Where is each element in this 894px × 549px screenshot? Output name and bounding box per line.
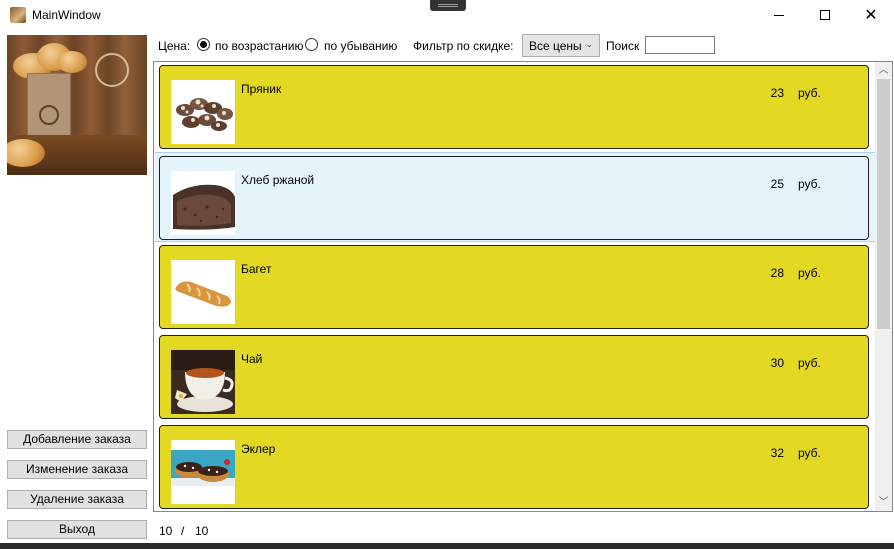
gingerbread-image <box>171 80 235 144</box>
discount-filter-select[interactable]: Все цены ⌄ <box>522 34 600 57</box>
product-currency: руб. <box>798 446 821 460</box>
wall-emblem-icon <box>95 53 129 87</box>
search-input[interactable] <box>645 36 715 54</box>
product-card[interactable]: Эклер 32 руб. <box>159 425 869 509</box>
pager-total-count: 10 <box>195 524 209 538</box>
vertical-scrollbar[interactable]: ︿ ﹀ <box>875 62 892 511</box>
pager-separator: / <box>181 524 185 538</box>
bag-emblem-icon <box>39 105 59 125</box>
sort-desc-label[interactable]: по убыванию <box>324 39 397 53</box>
close-button[interactable]: ✕ <box>848 0 894 30</box>
search-label: Поиск <box>606 39 640 53</box>
chevron-down-icon: ⌄ <box>585 39 593 49</box>
exit-button[interactable]: Выход <box>7 520 147 539</box>
tea-cup-image <box>171 350 235 414</box>
product-name: Хлеб ржаной <box>241 173 315 187</box>
bakery-app-icon <box>10 7 26 23</box>
scrollbar-thumb[interactable] <box>877 79 890 329</box>
baguette-image <box>171 260 235 324</box>
product-price: 32 <box>770 446 784 460</box>
sort-asc-label[interactable]: по возрастанию <box>215 39 304 53</box>
price-label: Цена: <box>158 39 191 53</box>
product-row[interactable]: Пряник 23 руб. <box>155 62 875 152</box>
product-card[interactable]: Пряник 23 руб. <box>159 65 869 149</box>
product-row[interactable]: Хлеб ржаной 25 руб. <box>155 152 875 242</box>
product-row[interactable]: Эклер 32 руб. <box>155 422 875 511</box>
product-price: 25 <box>770 177 784 191</box>
product-name: Пряник <box>241 82 282 96</box>
sort-desc-radio[interactable] <box>305 38 318 51</box>
scroll-up-arrow-icon[interactable]: ︿ <box>875 62 892 79</box>
edit-order-button[interactable]: Изменение заказа <box>7 460 147 479</box>
product-name: Чай <box>241 352 263 366</box>
product-currency: руб. <box>798 86 821 100</box>
product-price: 28 <box>770 266 784 280</box>
snap-grip-icon[interactable] <box>430 0 466 11</box>
discount-filter-value: Все цены <box>529 39 582 53</box>
product-card[interactable]: Чай 30 руб. <box>159 335 869 419</box>
minimize-button[interactable] <box>756 0 802 30</box>
product-currency: руб. <box>798 177 821 191</box>
product-card[interactable]: Багет 28 руб. <box>159 245 869 329</box>
product-card[interactable]: Хлеб ржаной 25 руб. <box>159 156 869 240</box>
main-window: MainWindow ✕ Добавление заказа Изменение… <box>0 0 894 543</box>
maximize-icon <box>820 10 830 20</box>
product-list[interactable]: Пряник 23 руб. Хлеб ржаной 25 руб. Багет… <box>153 61 893 512</box>
product-name: Багет <box>241 262 272 276</box>
product-price: 30 <box>770 356 784 370</box>
pager-shown-count: 10 <box>159 524 173 538</box>
product-name: Эклер <box>241 442 276 456</box>
sort-asc-radio[interactable] <box>197 38 210 51</box>
window-title: MainWindow <box>32 8 101 22</box>
product-row[interactable]: Багет 28 руб. <box>155 242 875 332</box>
eclair-image <box>171 440 235 504</box>
add-order-button[interactable]: Добавление заказа <box>7 430 147 449</box>
product-row[interactable]: Чай 30 руб. <box>155 332 875 422</box>
title-bar[interactable]: MainWindow ✕ <box>0 0 894 30</box>
minimize-icon <box>774 14 784 16</box>
discount-filter-label: Фильтр по скидке: <box>413 39 514 53</box>
product-price: 23 <box>770 86 784 100</box>
bakery-logo-image <box>7 35 147 175</box>
rye-bread-image <box>171 171 235 235</box>
product-currency: руб. <box>798 266 821 280</box>
maximize-button[interactable] <box>802 0 848 30</box>
scroll-down-arrow-icon[interactable]: ﹀ <box>875 494 892 511</box>
delete-order-button[interactable]: Удаление заказа <box>7 490 147 509</box>
product-currency: руб. <box>798 356 821 370</box>
bread-loaf-icon <box>57 51 87 73</box>
